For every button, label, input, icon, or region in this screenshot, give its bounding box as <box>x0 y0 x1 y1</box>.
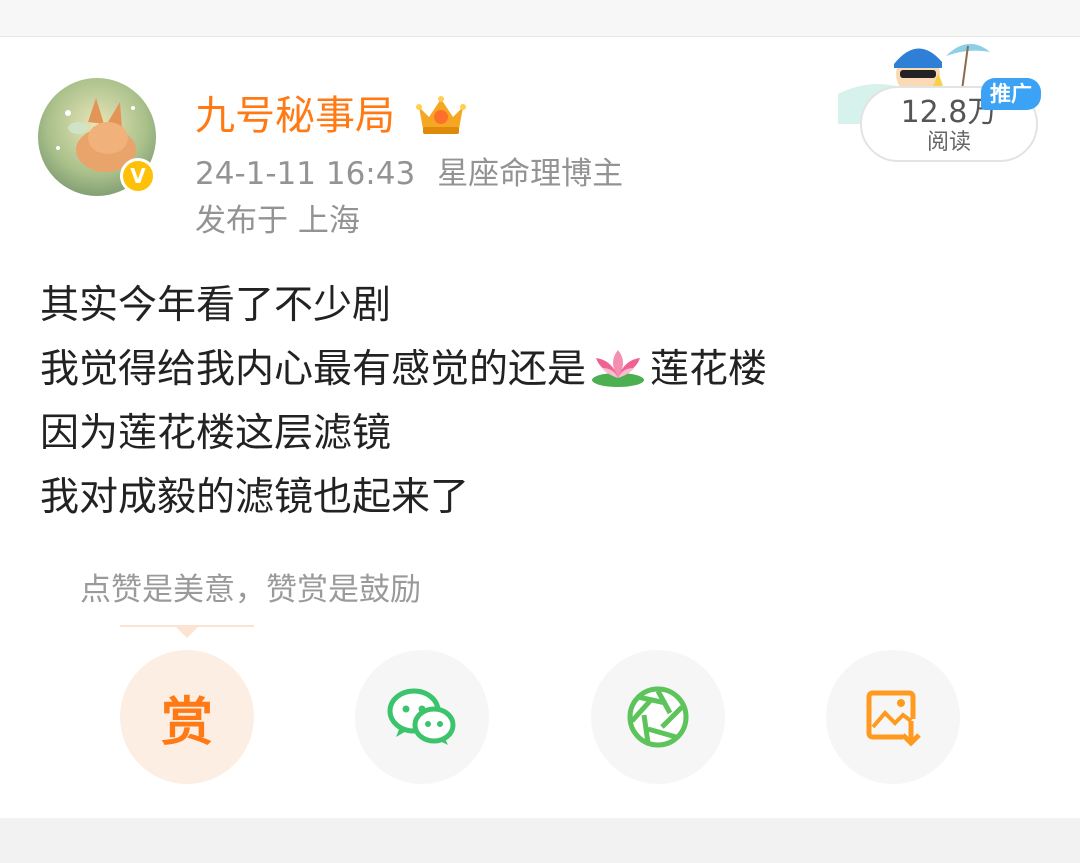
share-moments-button[interactable] <box>591 650 725 784</box>
reward-button[interactable]: 赏 <box>120 650 254 784</box>
save-image-button[interactable] <box>826 650 960 784</box>
moments-icon <box>627 686 689 748</box>
read-count-label: 阅读 <box>926 130 971 155</box>
tip-pointer <box>120 624 254 638</box>
post-timestamp: 24-1-11 16:43 <box>195 156 416 192</box>
post-location: 发布于 上海 <box>195 203 360 239</box>
post-meta: 24-1-11 16:43 星座命理博主 <box>195 155 623 193</box>
share-wechat-button[interactable] <box>355 650 489 784</box>
post-line-text: 我觉得给我内心最有感觉的还是 <box>40 347 587 392</box>
post-line: 我觉得给我内心最有感觉的还是 莲花楼 <box>40 338 767 402</box>
promotion-badge: 推广 <box>981 78 1041 110</box>
author-name[interactable]: 九号秘事局 <box>195 92 395 140</box>
top-bar <box>0 0 1080 37</box>
crown-badge-icon[interactable] <box>415 95 467 137</box>
post-content: 其实今年看了不少剧 我觉得给我内心最有感觉的还是 莲花楼 因为莲花楼这层滤镜 我… <box>40 274 767 530</box>
reward-button-label: 赏 <box>160 692 213 753</box>
post-line: 其实今年看了不少剧 <box>40 283 392 328</box>
lotus-emoji-icon <box>590 344 646 387</box>
post-line: 因为莲花楼这层滤镜 <box>40 411 392 456</box>
reward-tip: 点赞是美意，赞赏是鼓励 <box>80 572 421 608</box>
save-image-icon <box>866 690 921 747</box>
post-line-suffix: 莲花楼 <box>650 347 768 392</box>
post-line: 我对成毅的滤镜也起来了 <box>40 475 470 520</box>
bottom-divider <box>0 818 1080 863</box>
verified-badge: V <box>120 158 156 194</box>
wechat-icon <box>387 688 456 745</box>
author-tag: 星座命理博主 <box>437 156 624 192</box>
